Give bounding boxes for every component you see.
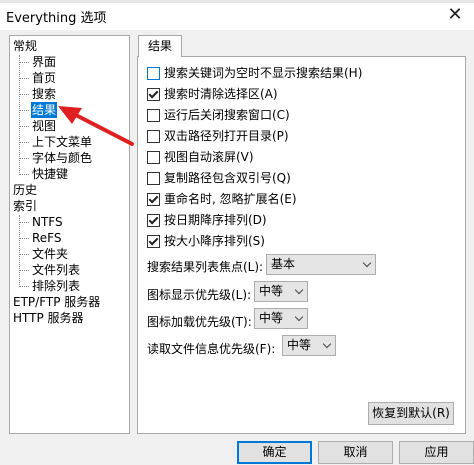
- tree-item-history[interactable]: 历史: [13, 182, 37, 198]
- focus-label: 搜索结果列表焦点(L):: [147, 260, 264, 274]
- icon-display-priority-select[interactable]: 中等: [254, 281, 308, 302]
- tree-connector: [19, 286, 29, 287]
- file-info-priority-select[interactable]: 中等: [282, 335, 336, 356]
- check-mark-icon: [148, 88, 159, 99]
- tree-connector: [19, 215, 20, 287]
- file-info-priority-value: 中等: [287, 338, 312, 352]
- results-settings-pane: 搜索关键词为空时不显示搜索结果(H) 搜索时清除选择区(A) 运行后关闭搜索窗口…: [137, 56, 466, 434]
- option-label: 搜索关键词为空时不显示搜索结果(H): [164, 66, 363, 80]
- icon-load-priority-label: 图标加载优先级(T):: [147, 315, 252, 329]
- tree-connector: [19, 222, 29, 223]
- tree-connector: [19, 142, 29, 143]
- tree-item-folders[interactable]: 文件夹: [32, 246, 68, 262]
- checkbox[interactable]: [147, 214, 160, 227]
- focus-select[interactable]: 基本: [266, 254, 376, 275]
- tree-connector: [19, 110, 29, 111]
- checkbox[interactable]: [147, 151, 160, 164]
- option-label: 重命名时, 忽略扩展名(E): [164, 192, 297, 206]
- ok-button[interactable]: 确定: [237, 441, 312, 464]
- check-mark-icon: [148, 214, 159, 225]
- restore-defaults-button[interactable]: 恢复到默认(R): [368, 402, 454, 425]
- checkbox[interactable]: [147, 235, 160, 248]
- chevron-down-icon: [294, 312, 304, 322]
- tree-item-home[interactable]: 首页: [32, 70, 56, 86]
- tree-connector: [19, 254, 29, 255]
- cancel-label: 取消: [343, 445, 368, 459]
- checkbox[interactable]: [147, 193, 160, 206]
- tree-item-fonts-colors[interactable]: 字体与颜色: [32, 150, 92, 166]
- tree-item-exclude-list[interactable]: 排除列表: [32, 278, 80, 294]
- options-tree[interactable]: 常规 界面 首页 搜索 结果 视图 上下文菜单 字体与颜色 快捷键 历史 索引 …: [9, 35, 130, 434]
- option-label: 双击路径列打开目录(P): [164, 129, 289, 143]
- file-info-priority-label: 读取文件信息优先级(F):: [147, 342, 276, 356]
- ok-label: 确定: [262, 445, 287, 459]
- tree-item-interface[interactable]: 界面: [32, 54, 56, 70]
- tree-connector: [19, 270, 29, 271]
- tree-connector: [19, 55, 20, 175]
- chevron-down-icon: [294, 285, 304, 295]
- tree-connector: [19, 62, 29, 63]
- cancel-button[interactable]: 取消: [318, 441, 393, 464]
- close-icon[interactable]: ✕: [440, 4, 470, 26]
- tree-connector: [19, 158, 29, 159]
- checkbox[interactable]: [147, 67, 160, 80]
- icon-display-priority-label: 图标显示优先级(L):: [147, 288, 252, 302]
- checkbox[interactable]: [147, 172, 160, 185]
- tree-item-ntfs[interactable]: NTFS: [32, 214, 63, 230]
- option-label: 按大小降序排列(S): [164, 234, 265, 248]
- checkbox[interactable]: [147, 130, 160, 143]
- tree-item-refs[interactable]: ReFS: [32, 230, 62, 246]
- checkbox[interactable]: [147, 88, 160, 101]
- option-label: 复制路径包含双引号(Q): [164, 171, 291, 185]
- icon-display-priority-value: 中等: [259, 284, 284, 298]
- apply-label: 应用: [424, 445, 449, 459]
- tree-item-etp-ftp-server[interactable]: ETP/FTP 服务器: [13, 294, 100, 310]
- tree-item-shortcuts[interactable]: 快捷键: [32, 166, 68, 182]
- tree-connector: [19, 238, 29, 239]
- option-label: 运行后关闭搜索窗口(C): [164, 108, 290, 122]
- window-title: Everything 选项: [6, 11, 107, 26]
- tree-connector: [19, 78, 29, 79]
- chevron-down-icon: [362, 258, 372, 268]
- tab-results[interactable]: 结果: [138, 35, 182, 57]
- icon-load-priority-select[interactable]: 中等: [254, 308, 308, 329]
- title-bar: Everything 选项 ✕: [0, 0, 474, 30]
- title-bar-top-strip: [0, 0, 474, 3]
- chevron-down-icon: [322, 339, 332, 349]
- checkbox[interactable]: [147, 109, 160, 122]
- tree-item-http-server[interactable]: HTTP 服务器: [13, 310, 84, 326]
- focus-select-value: 基本: [271, 257, 296, 271]
- apply-button[interactable]: 应用: [399, 441, 474, 464]
- tree-connector: [19, 94, 29, 95]
- tree-item-search[interactable]: 搜索: [32, 86, 56, 102]
- check-mark-icon: [148, 235, 159, 246]
- tab-label: 结果: [147, 39, 172, 53]
- tree-item-results[interactable]: 结果: [31, 102, 58, 118]
- option-label: 搜索时清除选择区(A): [164, 87, 278, 101]
- tree-item-view[interactable]: 视图: [32, 118, 56, 134]
- tree-item-context-menu[interactable]: 上下文菜单: [32, 134, 92, 150]
- tree-item-index[interactable]: 索引: [13, 198, 37, 214]
- tree-item-general[interactable]: 常规: [13, 38, 37, 54]
- option-label: 视图自动滚屏(V): [164, 150, 254, 164]
- restore-defaults-label: 恢复到默认(R): [372, 406, 450, 420]
- option-label: 按日期降序排列(D): [164, 213, 267, 227]
- tree-connector: [19, 174, 29, 175]
- icon-load-priority-value: 中等: [259, 311, 284, 325]
- tree-connector: [19, 126, 29, 127]
- check-mark-icon: [148, 193, 159, 204]
- tree-item-file-lists[interactable]: 文件列表: [32, 262, 80, 278]
